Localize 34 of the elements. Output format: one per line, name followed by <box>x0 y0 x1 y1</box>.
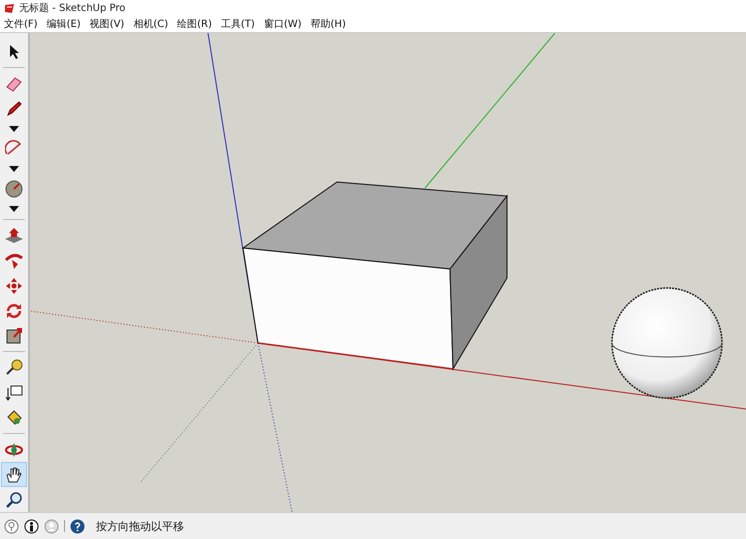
follow-me-icon <box>4 252 24 270</box>
tape-measure-icon <box>5 358 23 376</box>
caret-icon <box>9 206 19 212</box>
menu-item[interactable]: 相机(C) <box>133 17 168 31</box>
caret-icon <box>9 166 19 172</box>
window-title: 无标题 - SketchUp Pro <box>19 2 126 15</box>
protractor-icon <box>5 180 23 198</box>
menu-item[interactable]: 视图(V) <box>90 17 124 31</box>
menu-item[interactable]: 文件(F) <box>4 17 38 31</box>
menu-item[interactable]: 编辑(E) <box>46 17 81 31</box>
menu-item[interactable]: 帮助(H) <box>310 17 346 31</box>
help-icon[interactable] <box>70 518 85 534</box>
orbit-icon <box>5 440 23 458</box>
menu-item[interactable]: 绘图(R) <box>177 17 212 31</box>
location-pin-icon <box>4 518 19 534</box>
app-logo-icon <box>4 2 15 14</box>
menu-item[interactable]: 工具(T) <box>220 17 255 31</box>
paint-bucket-icon <box>5 408 23 426</box>
magnifier-icon <box>5 490 23 508</box>
tool-button[interactable] <box>2 463 26 486</box>
eraser-icon <box>5 74 23 92</box>
hand-icon <box>5 466 23 484</box>
caret-icon <box>9 126 19 132</box>
user-avatar-icon <box>44 518 59 534</box>
arrow-cursor-icon <box>8 44 20 60</box>
move-icon <box>5 276 23 294</box>
text-label-icon <box>5 384 23 402</box>
arc-icon <box>5 140 23 158</box>
scale-icon <box>5 326 23 344</box>
rotate-icon <box>5 302 23 320</box>
menu-item[interactable]: 窗口(W) <box>264 17 302 31</box>
push-pull-icon <box>4 226 24 244</box>
pencil-icon <box>5 100 23 118</box>
status-message: 按方向拖动以平移 <box>96 518 184 534</box>
